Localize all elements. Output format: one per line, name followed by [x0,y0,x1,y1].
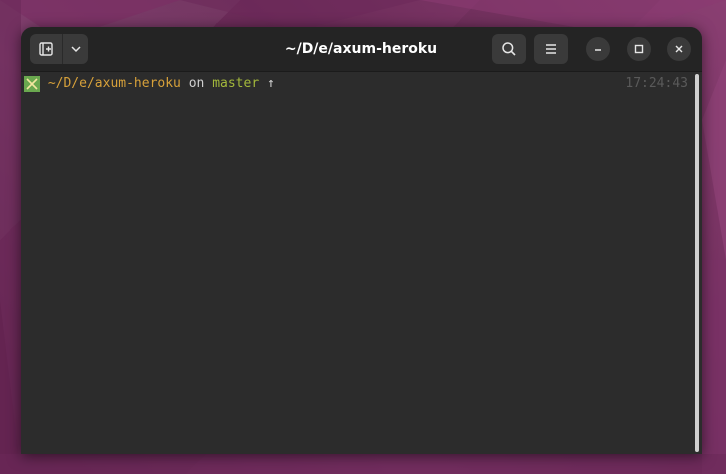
hamburger-menu-icon [546,44,556,54]
maximize-icon [634,44,644,54]
prompt-time: 17:24:43 [625,76,688,91]
chevron-down-icon [70,46,81,53]
close-button[interactable] [667,37,691,61]
new-tab-button[interactable] [30,34,63,64]
search-button[interactable] [492,34,526,64]
minimize-button[interactable] [586,37,610,61]
new-tab-dropdown-button[interactable] [63,34,88,64]
prompt-path: ~/D/e/axum-heroku [47,76,181,91]
ahead-arrow-icon: ↑ [267,76,275,91]
close-icon [675,45,683,53]
terminal-area[interactable]: ~/D/e/axum-heroku on master ↑ 17:24:43 [21,72,702,454]
main-menu-button[interactable] [534,34,568,64]
window-title: ~/D/e/axum-heroku [284,41,438,57]
maximize-button[interactable] [627,37,651,61]
scrollbar[interactable] [695,74,699,452]
shell-prompt: ~/D/e/axum-heroku on master ↑ [24,75,275,93]
new-tab-icon [39,42,53,56]
header-bar: ~/D/e/axum-heroku [21,27,702,72]
new-tab-split-button [30,34,88,64]
search-icon [502,42,516,56]
cross-status-icon [24,76,40,92]
prompt-connector: on [188,76,205,91]
prompt-branch: master [212,76,260,91]
minimize-icon [595,49,601,51]
terminal-window: ~/D/e/axum-heroku ~/D/e/axum-heroku on m… [21,27,702,454]
